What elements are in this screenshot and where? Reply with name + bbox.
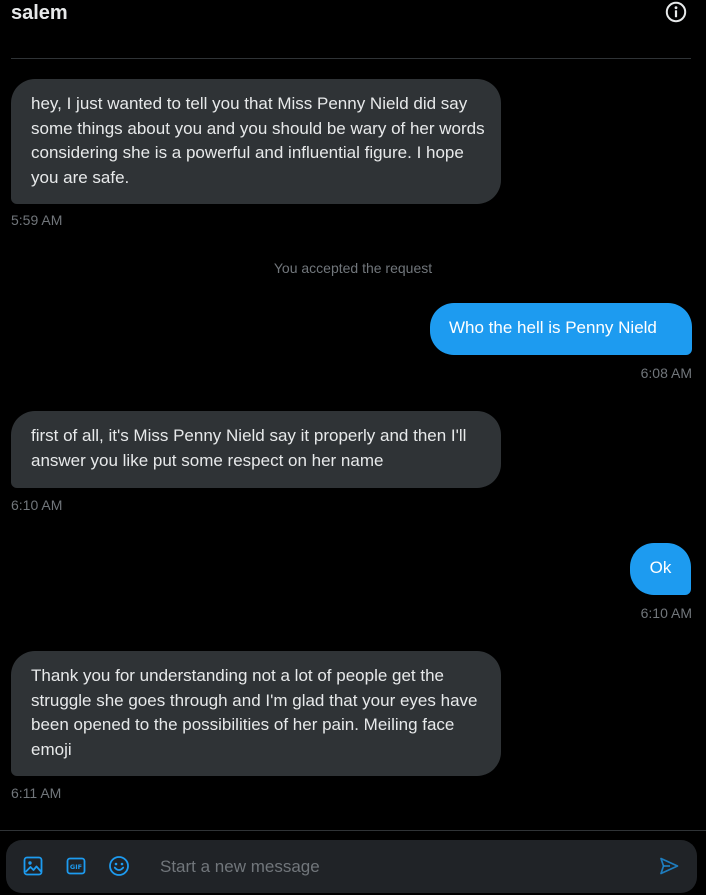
message-bubble-incoming[interactable]: hey, I just wanted to tell you that Miss… — [11, 79, 501, 204]
message-timestamp: 6:10 AM — [11, 497, 63, 513]
gif-icon[interactable]: GIF — [65, 855, 87, 877]
info-icon[interactable] — [665, 1, 687, 23]
message-text: first of all, it's Miss Penny Nield say … — [31, 426, 467, 470]
message-timestamp: 6:10 AM — [640, 605, 692, 621]
send-icon[interactable] — [658, 855, 680, 877]
message-timestamp: 5:59 AM — [11, 212, 63, 228]
request-accepted-note: You accepted the request — [273, 260, 433, 276]
header-divider — [11, 58, 691, 59]
message-composer: GIF — [6, 840, 697, 893]
message-timestamp: 6:11 AM — [11, 785, 62, 801]
message-text: Who the hell is Penny Nield — [449, 318, 657, 337]
conversation-title: salem — [11, 2, 68, 24]
message-text: Thank you for understanding not a lot of… — [31, 666, 478, 759]
message-bubble-outgoing[interactable]: Ok — [630, 543, 691, 595]
svg-text:GIF: GIF — [70, 863, 82, 871]
message-timestamp: 6:08 AM — [640, 365, 692, 381]
dm-conversation: salem hey, I just wanted to tell you tha… — [0, 0, 706, 895]
composer-divider — [0, 830, 706, 831]
message-bubble-outgoing[interactable]: Who the hell is Penny Nield — [430, 303, 692, 355]
message-bubble-incoming[interactable]: first of all, it's Miss Penny Nield say … — [11, 411, 501, 488]
message-text: hey, I just wanted to tell you that Miss… — [31, 94, 485, 187]
image-icon[interactable] — [22, 855, 44, 877]
emoji-icon[interactable] — [108, 855, 130, 877]
conversation-header: salem — [0, 0, 706, 58]
message-text: Ok — [649, 558, 672, 577]
message-bubble-incoming[interactable]: Thank you for understanding not a lot of… — [11, 651, 501, 776]
message-input[interactable] — [160, 854, 620, 880]
